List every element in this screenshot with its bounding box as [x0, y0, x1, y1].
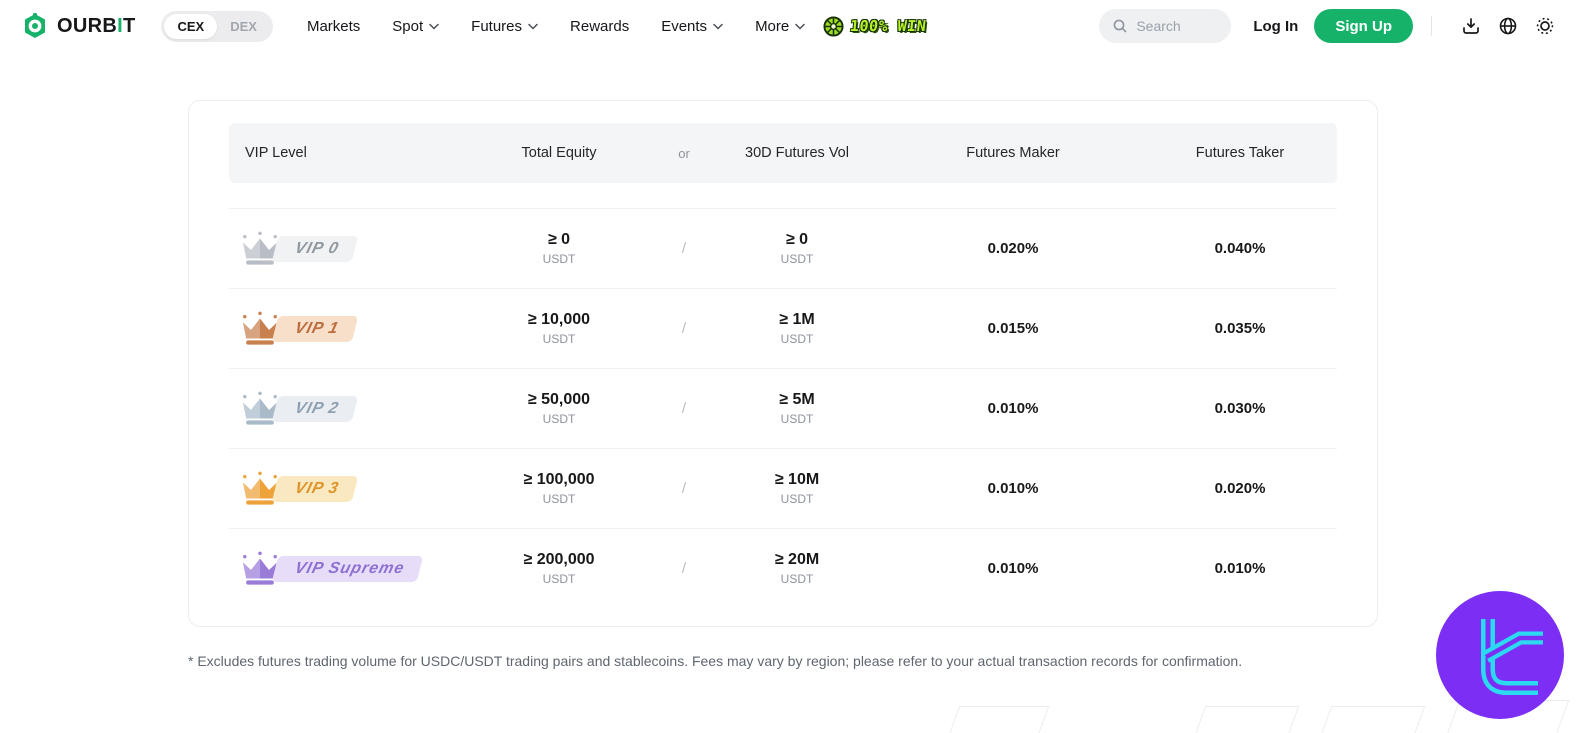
promo-100-win[interactable]: 100% WIN: [823, 15, 928, 37]
fee-footnote: * Excludes futures trading volume for US…: [188, 653, 1243, 669]
menu-item-label: Events: [661, 17, 708, 35]
chevron-down-icon: [429, 23, 439, 30]
main-menu: Markets Spot Futures Rewards Events More: [307, 18, 805, 35]
menu-item-label: More: [755, 17, 790, 35]
top-navbar: OURBIT CEX DEX Markets Spot Futures Rewards…: [0, 0, 1581, 52]
header-30d-futures-vol: 30D Futures Vol: [745, 145, 849, 161]
menu-item-events[interactable]: Events: [661, 18, 723, 35]
vip-level-badge: VIP 3: [271, 475, 358, 502]
futures-maker-cell: 0.010%: [987, 560, 1039, 577]
decor-parallelogram: [1316, 706, 1426, 733]
ourbit-logo-icon: [22, 13, 48, 39]
table-header-row: VIP Level Total Equity or 30D Futures Vo…: [229, 123, 1337, 183]
header-total-equity: Total Equity: [521, 145, 597, 161]
nav-right: Log In Sign Up: [1099, 9, 1559, 43]
menu-item-more[interactable]: More: [755, 18, 805, 35]
menu-item-spot[interactable]: Spot: [392, 18, 439, 35]
coin-logo[interactable]: [1436, 591, 1564, 719]
futures-vol-cell: ≥ 20M USDT: [774, 551, 820, 586]
menu-item-futures[interactable]: Futures: [471, 18, 538, 35]
brand-logo[interactable]: OURBIT: [22, 13, 135, 39]
futures-vol-cell: ≥ 10M USDT: [774, 471, 820, 506]
futures-taker-cell: 0.010%: [1214, 560, 1266, 577]
nav-divider: [1431, 16, 1432, 36]
header-futures-taker: Futures Taker: [1195, 145, 1285, 161]
table-body: VIP 0 ≥ 0 USDT / ≥ 0 USDT 0.020% 0.040%: [229, 208, 1337, 608]
total-equity-cell: ≥ 10,000 USDT: [527, 311, 591, 346]
or-slash: /: [681, 320, 687, 337]
or-slash: /: [681, 560, 687, 577]
table-row: VIP 2 ≥ 50,000 USDT / ≥ 5M USDT 0.010% 0…: [229, 368, 1337, 448]
futures-maker-cell: 0.010%: [987, 400, 1039, 417]
language-globe-icon[interactable]: [1494, 12, 1522, 40]
vip-level-cell: VIP 2: [229, 390, 459, 428]
page: OURBIT CEX DEX Markets Spot Futures Rewards…: [0, 0, 1581, 733]
search-input[interactable]: [1136, 18, 1227, 34]
search-box[interactable]: [1099, 9, 1232, 43]
cex-dex-toggle[interactable]: CEX DEX: [161, 10, 273, 42]
futures-taker-cell: 0.040%: [1214, 240, 1266, 257]
total-equity-cell: ≥ 100,000 USDT: [523, 471, 595, 506]
or-slash: /: [681, 400, 687, 417]
search-icon: [1112, 18, 1128, 34]
signup-button[interactable]: Sign Up: [1314, 9, 1413, 43]
vip-level-badge: VIP Supreme: [271, 555, 424, 582]
vip-fee-table-card: VIP Level Total Equity or 30D Futures Vo…: [188, 100, 1378, 627]
vip-level-badge: VIP 0: [271, 235, 358, 262]
vip-level-cell: VIP 1: [229, 310, 459, 348]
header-or: or: [678, 145, 690, 161]
prize-wheel-icon: [823, 15, 844, 37]
brand-name: OURBIT: [57, 14, 136, 37]
futures-taker-cell: 0.035%: [1214, 320, 1266, 337]
header-futures-maker: Futures Maker: [966, 145, 1060, 161]
menu-item-label: Futures: [471, 17, 523, 35]
menu-item-label: Markets: [306, 17, 361, 35]
futures-taker-cell: 0.030%: [1214, 400, 1266, 417]
table-row: VIP 0 ≥ 0 USDT / ≥ 0 USDT 0.020% 0.040%: [229, 208, 1337, 288]
futures-maker-cell: 0.020%: [987, 240, 1039, 257]
menu-item-label: Rewards: [570, 17, 630, 35]
decor-parallelogram: [944, 706, 1050, 733]
vip-level-cell: VIP 3: [229, 470, 459, 508]
total-equity-cell: ≥ 0 USDT: [542, 231, 576, 266]
menu-item-rewards[interactable]: Rewards: [570, 18, 629, 35]
futures-vol-cell: ≥ 0 USDT: [780, 231, 814, 266]
futures-maker-cell: 0.015%: [987, 320, 1039, 337]
table-row: VIP 1 ≥ 10,000 USDT / ≥ 1M USDT 0.015% 0…: [229, 288, 1337, 368]
chevron-down-icon: [795, 23, 805, 30]
table-row: VIP Supreme ≥ 200,000 USDT / ≥ 20M USDT …: [229, 528, 1337, 608]
vip-level-badge: VIP 2: [271, 395, 358, 422]
header-vip-level: VIP Level: [245, 145, 307, 161]
futures-taker-cell: 0.020%: [1214, 480, 1266, 497]
login-link[interactable]: Log In: [1253, 18, 1298, 35]
total-equity-cell: ≥ 200,000 USDT: [523, 551, 595, 586]
table-row: VIP 3 ≥ 100,000 USDT / ≥ 10M USDT 0.010%…: [229, 448, 1337, 528]
total-equity-cell: ≥ 50,000 USDT: [527, 391, 591, 426]
futures-vol-cell: ≥ 5M USDT: [779, 391, 815, 426]
or-slash: /: [681, 240, 687, 257]
vip-level-cell: VIP Supreme: [229, 550, 459, 588]
download-app-icon[interactable]: [1457, 12, 1485, 40]
toggle-dex[interactable]: DEX: [217, 14, 270, 39]
chevron-down-icon: [528, 23, 538, 30]
chevron-down-icon: [713, 23, 723, 30]
vip-level-badge: VIP 1: [271, 315, 358, 342]
menu-item-markets[interactable]: Markets: [307, 18, 360, 35]
toggle-cex[interactable]: CEX: [164, 13, 218, 39]
or-slash: /: [681, 480, 687, 497]
theme-sun-icon[interactable]: [1531, 12, 1559, 40]
promo-label: 100% WIN: [849, 17, 928, 35]
futures-maker-cell: 0.010%: [987, 480, 1039, 497]
futures-vol-cell: ≥ 1M USDT: [779, 311, 815, 346]
vip-level-cell: VIP 0: [229, 230, 459, 268]
decor-parallelogram: [1190, 706, 1300, 733]
menu-item-label: Spot: [392, 17, 424, 35]
